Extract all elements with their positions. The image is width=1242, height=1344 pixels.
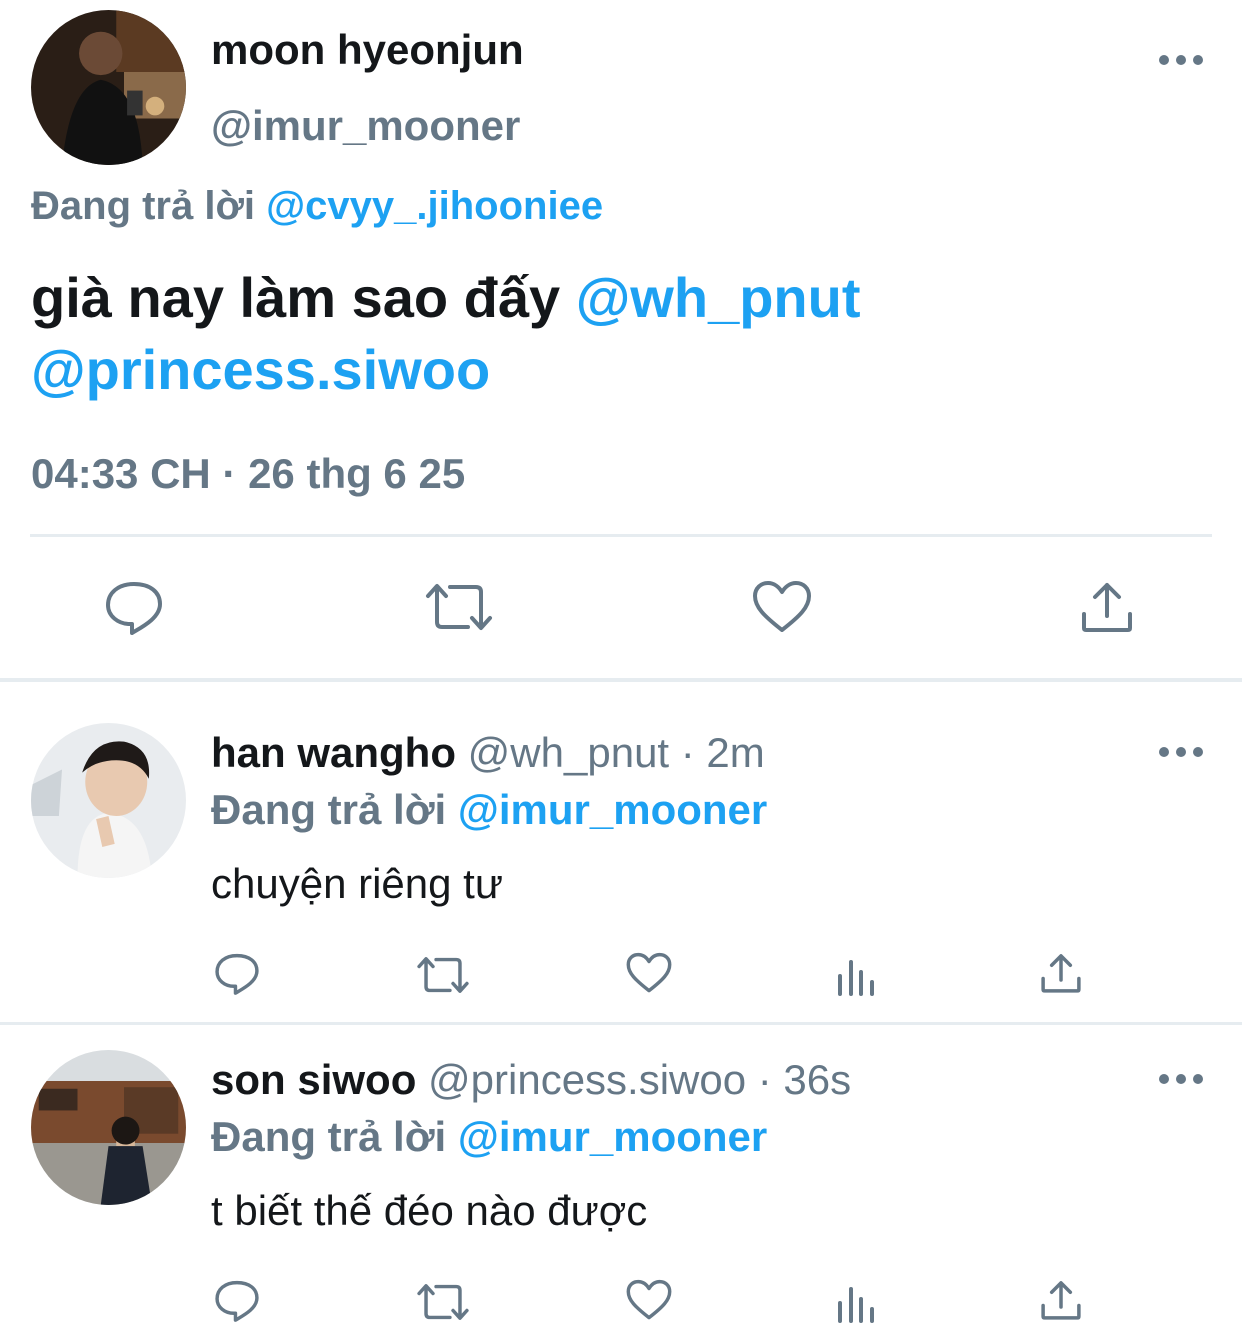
- ellipsis-icon: [1159, 55, 1169, 65]
- replying-prefix: Đang trả lời: [31, 184, 256, 228]
- handle[interactable]: @imur_mooner: [211, 102, 520, 150]
- avatar[interactable]: [31, 10, 186, 165]
- speech-bubble-icon: [215, 953, 259, 995]
- replying-to-line: Đang trả lời @cvyy_.jihooniee: [31, 184, 603, 229]
- handle[interactable]: @wh_pnut: [468, 729, 669, 776]
- tweet-text-body: già nay làm sao đấy: [31, 266, 561, 329]
- more-options-button[interactable]: [1159, 742, 1203, 762]
- reply-header: son siwoo @princess.siwoo · 36s: [211, 1056, 851, 1104]
- replying-to-line: Đang trả lời @imur_mooner: [211, 1113, 767, 1161]
- relative-time[interactable]: · 36s: [758, 1056, 851, 1103]
- retweet-button[interactable]: [416, 1281, 470, 1323]
- analytics-button[interactable]: [836, 954, 876, 996]
- upload-share-icon: [1041, 954, 1081, 993]
- replying-to-mention[interactable]: @imur_mooner: [458, 1113, 767, 1160]
- share-button[interactable]: [1040, 1279, 1082, 1321]
- more-options-button[interactable]: [1159, 50, 1203, 70]
- avatar[interactable]: [31, 1050, 186, 1205]
- more-options-button[interactable]: [1159, 1069, 1203, 1089]
- tweet-text: già nay làm sao đấy @wh_pnut @princess.s…: [31, 262, 1211, 406]
- ellipsis-icon: [1159, 1074, 1169, 1084]
- reply-button[interactable]: [104, 580, 164, 636]
- replying-prefix: Đang trả lời: [211, 786, 447, 833]
- reply-button[interactable]: [214, 952, 260, 996]
- retweet-arrows-icon: [417, 1284, 469, 1320]
- like-button[interactable]: [752, 580, 812, 634]
- timestamp[interactable]: 04:33 CH · 26 thg 6 25: [31, 450, 465, 498]
- retweet-button[interactable]: [416, 954, 470, 996]
- share-button[interactable]: [1040, 952, 1082, 994]
- handle[interactable]: @princess.siwoo: [428, 1056, 746, 1103]
- reply-button[interactable]: [214, 1279, 260, 1323]
- bar-chart-icon: [838, 1287, 874, 1323]
- display-name[interactable]: han wangho: [211, 729, 456, 776]
- replying-to-line: Đang trả lời @imur_mooner: [211, 786, 767, 834]
- divider: [30, 534, 1212, 537]
- speech-bubble-icon: [106, 582, 162, 635]
- avatar[interactable]: [31, 723, 186, 878]
- display-name[interactable]: son siwoo: [211, 1056, 416, 1103]
- relative-time[interactable]: · 2m: [681, 729, 765, 776]
- section-divider: [0, 678, 1242, 682]
- reply-text: t biết thế đéo nào được: [211, 1187, 648, 1234]
- mention-link[interactable]: @princess.siwoo: [31, 338, 490, 401]
- heart-icon: [626, 952, 672, 993]
- section-divider: [0, 1022, 1242, 1025]
- ellipsis-icon: [1159, 747, 1169, 757]
- retweet-arrows-icon: [417, 957, 469, 993]
- reply-text: chuyện riêng tư: [211, 860, 503, 907]
- replying-prefix: Đang trả lời: [211, 1113, 447, 1160]
- replying-to-mention[interactable]: @imur_mooner: [458, 786, 767, 833]
- share-button[interactable]: [1080, 580, 1134, 634]
- like-button[interactable]: [626, 1279, 672, 1321]
- upload-share-icon: [1082, 583, 1132, 632]
- like-button[interactable]: [626, 952, 672, 994]
- display-name[interactable]: moon hyeonjun: [211, 26, 524, 74]
- heart-icon: [753, 581, 811, 632]
- reply-header: han wangho @wh_pnut · 2m: [211, 729, 765, 777]
- mention-link[interactable]: @wh_pnut: [576, 266, 861, 329]
- retweet-arrows-icon: [426, 584, 492, 630]
- retweet-button[interactable]: [424, 580, 494, 634]
- speech-bubble-icon: [215, 1280, 259, 1322]
- upload-share-icon: [1041, 1281, 1081, 1320]
- analytics-button[interactable]: [836, 1281, 876, 1323]
- bar-chart-icon: [838, 960, 874, 996]
- heart-icon: [626, 1279, 672, 1320]
- replying-to-mention[interactable]: @cvyy_.jihooniee: [266, 184, 603, 228]
